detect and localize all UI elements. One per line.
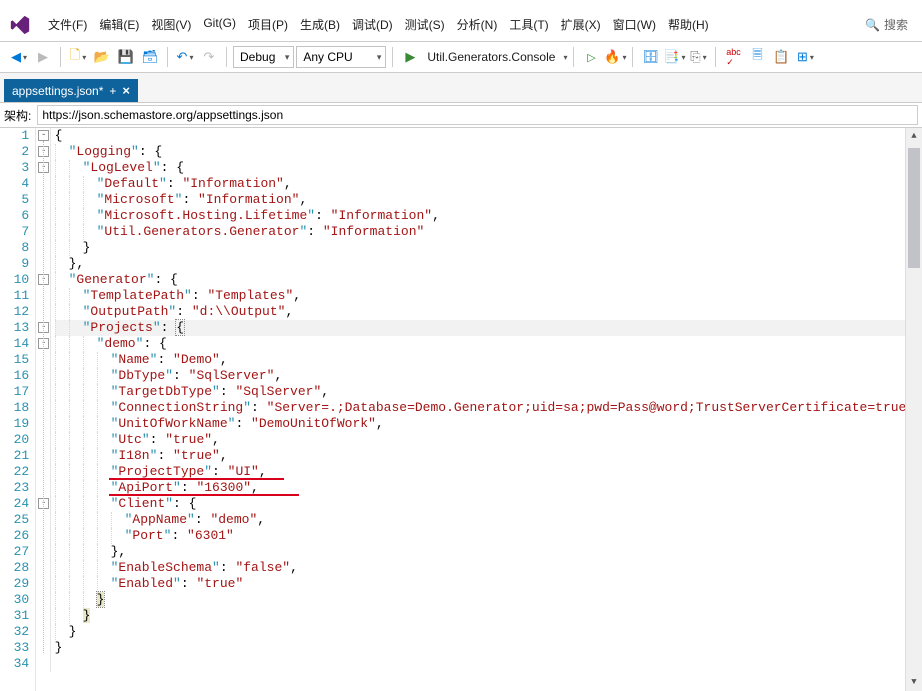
code-line[interactable] [55, 656, 922, 672]
schema-input[interactable] [37, 105, 918, 125]
nav-forward-icon: ▶ [32, 46, 54, 68]
scroll-thumb[interactable] [908, 148, 920, 268]
code-line[interactable]: "Default": "Information", [55, 176, 922, 192]
code-line[interactable]: "OutputPath": "d:\\Output", [55, 304, 922, 320]
close-icon[interactable]: × [122, 83, 130, 98]
menubar: 文件(F)编辑(E)视图(V)Git(G)项目(P)生成(B)调试(D)测试(S… [0, 8, 922, 42]
menu-item[interactable]: 工具(T) [503, 12, 554, 37]
menu-item[interactable]: 编辑(E) [93, 12, 145, 37]
code-line[interactable]: "Generator": { [55, 272, 922, 288]
search-label: 搜索 [884, 16, 908, 33]
tb-btn-5[interactable]: 🗏 [746, 46, 768, 68]
code-line[interactable]: } [55, 624, 922, 640]
save-icon[interactable]: 💾 [115, 46, 137, 68]
run-button[interactable]: ▶ [399, 46, 421, 68]
menu-item[interactable]: 测试(S) [399, 12, 451, 37]
red-underline-annotation [109, 478, 284, 480]
code-line[interactable]: "Port": "6301" [55, 528, 922, 544]
tb-btn-1[interactable]: 🗄 [639, 46, 661, 68]
menu-items: 文件(F)编辑(E)视图(V)Git(G)项目(P)生成(B)调试(D)测试(S… [42, 12, 715, 37]
editor: 1234567891011121314151617181920212223242… [0, 128, 922, 691]
tb-btn-2[interactable]: 📑▾ [663, 46, 685, 68]
code-line[interactable]: "Microsoft": "Information", [55, 192, 922, 208]
code-line[interactable]: "Logging": { [55, 144, 922, 160]
code-line[interactable]: "I18n": "true", [55, 448, 922, 464]
nav-back-icon[interactable]: ◀▾ [8, 46, 30, 68]
tab-appsettings[interactable]: appsettings.json* + × [4, 79, 138, 102]
code-line[interactable]: "DbType": "SqlServer", [55, 368, 922, 384]
menu-item[interactable]: 窗口(W) [607, 12, 662, 37]
search-box[interactable]: 🔍 搜索 [859, 14, 914, 35]
code-line[interactable]: "Microsoft.Hosting.Lifetime": "Informati… [55, 208, 922, 224]
code-area[interactable]: {"Logging": {"LogLevel": {"Default": "In… [51, 128, 922, 691]
code-line[interactable]: }, [55, 544, 922, 560]
scroll-up-icon[interactable]: ▲ [906, 128, 922, 145]
code-line[interactable]: "TemplatePath": "Templates", [55, 288, 922, 304]
scroll-down-icon[interactable]: ▼ [906, 674, 922, 691]
tb-abc-icon[interactable]: abc✓ [722, 46, 744, 68]
code-line[interactable]: "EnableSchema": "false", [55, 560, 922, 576]
platform-dropdown[interactable]: Any CPU [296, 46, 386, 68]
tb-btn-7[interactable]: ⊞▾ [794, 46, 816, 68]
menu-item[interactable]: 项目(P) [242, 12, 294, 37]
config-dropdown[interactable]: Debug [233, 46, 294, 68]
menu-item[interactable]: Git(G) [197, 12, 242, 37]
menu-item[interactable]: 调试(D) [346, 12, 399, 37]
code-line[interactable]: } [55, 240, 922, 256]
run-target-dropdown-icon[interactable]: ▾ [563, 53, 567, 62]
menu-item[interactable]: 帮助(H) [662, 12, 715, 37]
code-line[interactable]: "Client": { [55, 496, 922, 512]
schema-label: 架构: [4, 107, 31, 124]
toolbar: ◀▾ ▶ 🗋▾ 📂 💾 🗃 ↶▾ ↷ Debug Any CPU ▶ Util.… [0, 42, 922, 73]
undo-icon[interactable]: ↶▾ [174, 46, 196, 68]
run-target-label[interactable]: Util.Generators.Console [423, 50, 559, 64]
vertical-scrollbar[interactable]: ▲ ▼ [905, 128, 922, 691]
line-number-gutter: 1234567891011121314151617181920212223242… [0, 128, 36, 691]
new-file-icon[interactable]: 🗋▾ [67, 46, 89, 68]
code-line[interactable]: } [55, 608, 922, 624]
code-line[interactable]: "demo": { [55, 336, 922, 352]
vs-window: 文件(F)编辑(E)视图(V)Git(G)项目(P)生成(B)调试(D)测试(S… [0, 0, 922, 691]
code-line[interactable]: } [55, 592, 922, 608]
red-underline-annotation [109, 494, 299, 496]
code-line[interactable]: "LogLevel": { [55, 160, 922, 176]
code-line[interactable]: { [55, 128, 922, 144]
code-line[interactable]: "UnitOfWorkName": "DemoUnitOfWork", [55, 416, 922, 432]
code-line[interactable]: "Projects": { [55, 320, 922, 336]
menu-item[interactable]: 视图(V) [145, 12, 197, 37]
code-line[interactable]: } [55, 640, 922, 656]
code-line[interactable]: "Name": "Demo", [55, 352, 922, 368]
vs-logo-icon [8, 13, 32, 37]
code-line[interactable]: "Utc": "true", [55, 432, 922, 448]
menu-item[interactable]: 分析(N) [451, 12, 504, 37]
search-icon: 🔍 [865, 18, 880, 32]
tab-title: appsettings.json* [12, 84, 103, 98]
code-line[interactable]: "AppName": "demo", [55, 512, 922, 528]
schema-bar: 架构: [0, 102, 922, 128]
titlebar-spacer [0, 0, 922, 8]
code-line[interactable]: }, [55, 256, 922, 272]
redo-icon: ↷ [198, 46, 220, 68]
tab-dirty-indicator: + [109, 84, 116, 98]
tb-btn-6[interactable]: 📋 [770, 46, 792, 68]
open-file-icon[interactable]: 📂 [91, 46, 113, 68]
menu-item[interactable]: 生成(B) [294, 12, 346, 37]
hot-reload-icon[interactable]: 🔥▾ [604, 46, 626, 68]
tb-btn-3[interactable]: ⎘▾ [687, 46, 709, 68]
code-line[interactable]: "Util.Generators.Generator": "Informatio… [55, 224, 922, 240]
save-all-icon[interactable]: 🗃 [139, 46, 161, 68]
code-line[interactable]: "Enabled": "true" [55, 576, 922, 592]
code-line[interactable]: "ConnectionString": "Server=.;Database=D… [55, 400, 922, 416]
menu-item[interactable]: 扩展(X) [555, 12, 607, 37]
run-no-debug-icon[interactable]: ▷ [580, 46, 602, 68]
tab-bar: appsettings.json* + × [0, 73, 922, 102]
fold-toggle-icon[interactable]: - [38, 130, 49, 141]
menu-item[interactable]: 文件(F) [42, 12, 93, 37]
code-line[interactable]: "TargetDbType": "SqlServer", [55, 384, 922, 400]
fold-column: ------- [36, 128, 50, 672]
